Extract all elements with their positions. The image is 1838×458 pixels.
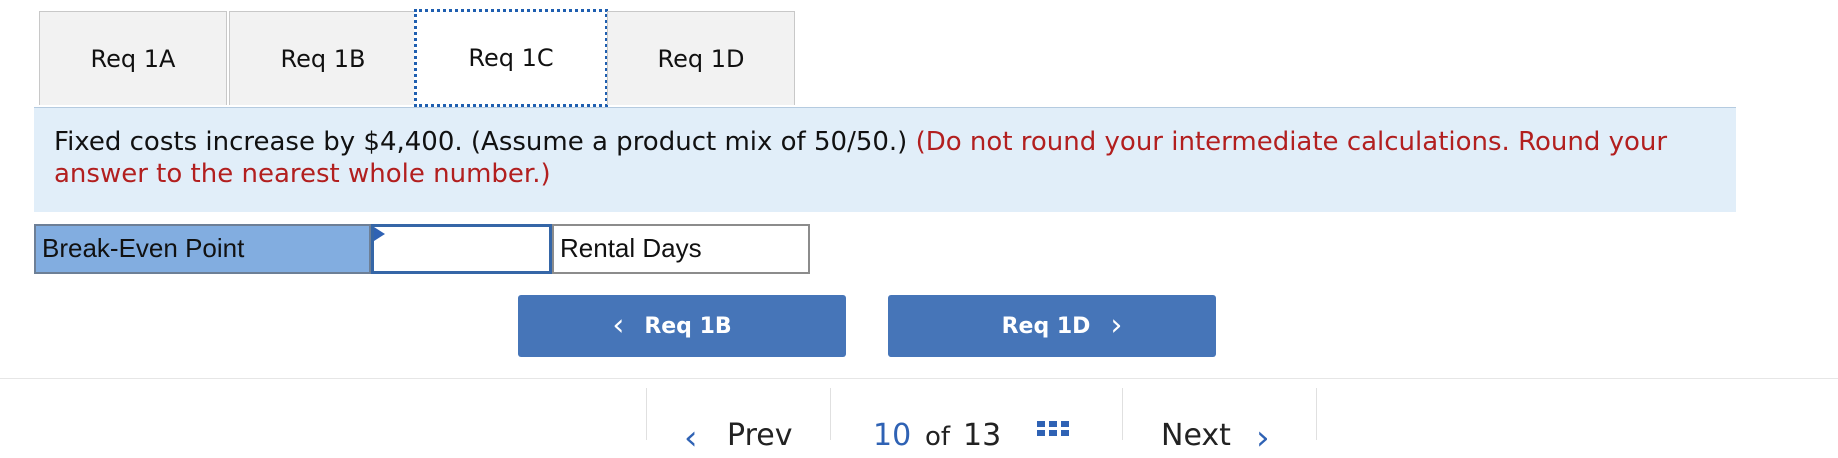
pager-next-button[interactable]: Next — [1161, 418, 1231, 453]
break-even-unit: Rental Days — [552, 224, 810, 274]
prev-req-label: Req 1B — [644, 313, 732, 339]
instructions-panel: Fixed costs increase by $4,400. (Assume … — [34, 107, 1736, 212]
prev-req-button[interactable]: ‹ Req 1B — [518, 295, 846, 357]
grid-icon[interactable] — [1037, 421, 1073, 441]
break-even-label: Break-Even Point — [34, 224, 371, 274]
pager-prev-button[interactable]: Prev — [727, 418, 792, 453]
next-req-label: Req 1D — [1001, 313, 1091, 339]
break-even-row: Break-Even Point Rental Days — [34, 224, 810, 274]
pager-next-chevron-icon[interactable]: › — [1256, 418, 1270, 458]
pager-of-label: of — [925, 422, 951, 452]
tab-req-1d[interactable]: Req 1D — [607, 11, 795, 105]
chevron-left-icon: ‹ — [612, 308, 625, 343]
pager-current-page: 10 — [873, 418, 912, 453]
pager-separator — [1316, 388, 1317, 440]
break-even-input-cell[interactable] — [371, 224, 552, 274]
pager-separator — [1122, 388, 1123, 440]
pager-separator — [830, 388, 831, 440]
chevron-right-icon: › — [1110, 308, 1123, 343]
pager-separator — [646, 388, 647, 440]
tab-req-1b[interactable]: Req 1B — [229, 11, 417, 105]
pager-total-pages: 13 — [963, 418, 1002, 453]
required-marker-icon — [374, 227, 385, 241]
footer-divider — [0, 378, 1838, 379]
tab-req-1a[interactable]: Req 1A — [39, 11, 227, 105]
instructions-text: Fixed costs increase by $4,400. (Assume … — [54, 127, 908, 157]
pager-prev-chevron-icon[interactable]: ‹ — [684, 418, 698, 458]
tab-req-1c[interactable]: Req 1C — [414, 9, 608, 107]
next-req-button[interactable]: Req 1D › — [888, 295, 1216, 357]
break-even-input[interactable] — [374, 227, 549, 271]
